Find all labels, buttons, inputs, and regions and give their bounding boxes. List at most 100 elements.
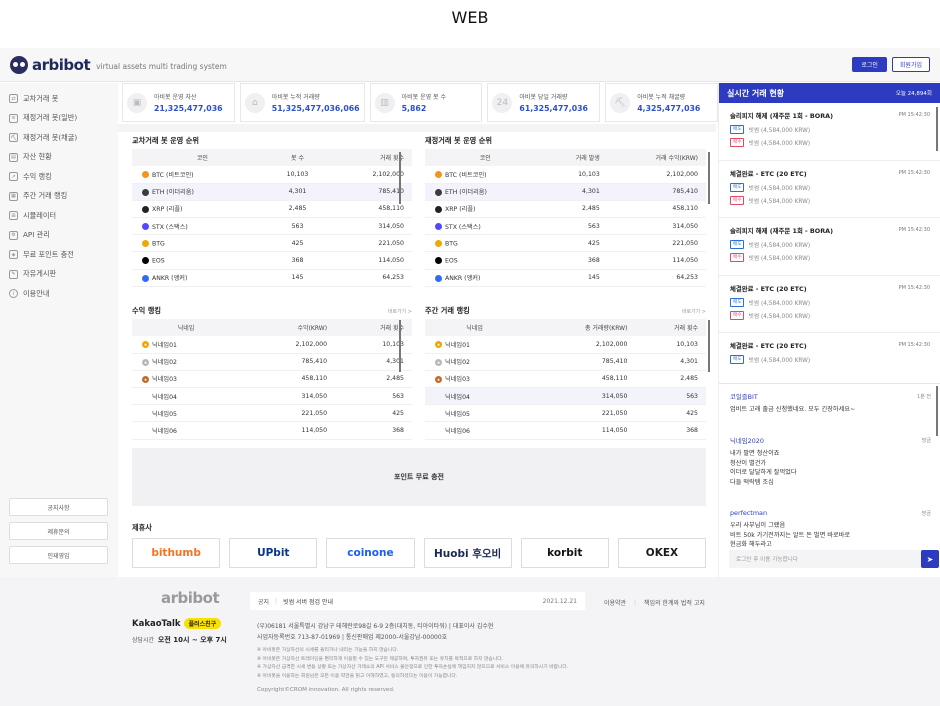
trade-time: PM 15:42:30 [898,169,930,176]
logo-text[interactable]: arbibot [32,56,91,74]
folder-icon: ▤ [9,152,18,162]
partner-logo[interactable]: coinone [326,538,415,568]
coin-icon: ● [142,205,149,213]
partner-logo[interactable]: UPbit [229,538,318,568]
partner-logo[interactable]: korbit [520,538,609,568]
sidebar-item[interactable]: ⊞ 시뮬레이터 [0,206,118,226]
partner-logo[interactable]: OKEX [617,538,707,568]
table-row[interactable]: 닉네임06 114,050 368 [425,421,706,440]
stat-card: ⛏ 아비봇 누적 채굴량 4,325,477,036 [605,83,718,122]
trade-detail: 빗썸 (4,584,000 KRW) [748,358,811,364]
stat-value: 4,325,477,036 [637,104,701,113]
table-row[interactable]: 닉네임04 314,050 563 [425,387,706,406]
table-row[interactable]: ★ 닉네임02 785,410 4,301 [132,353,412,371]
terms-link[interactable]: 이용약관 [604,600,626,607]
chat-text: 우리 사부님이 그랬음 비트 50k 가기전까지는 알트 돈 벌면 바로바로 현금화… [730,521,931,550]
column-header: 거래 횟수 [635,319,706,336]
coin-cell: ● BTG [132,234,273,253]
weekly-rank-title: 주간 거래 랭킹 [425,306,470,315]
sidebar-item[interactable]: ↗ 수익 랭킹 [0,167,118,187]
table-row[interactable]: 닉네임04 314,050 563 [132,387,412,406]
signup-button[interactable]: 회원가입 [891,57,930,72]
live-scrollbar[interactable] [936,107,938,151]
table-row[interactable]: ● BTG 425 221,050 [132,234,412,253]
profit-rank-scrollbar[interactable] [399,320,401,372]
table-row[interactable]: ● BTC (비트코인) 10,103 2,102,000 [425,166,706,184]
pickaxe-icon: ⛏ [9,133,18,143]
notice-text[interactable]: 빗썸 서버 점검 안내 [283,597,333,606]
sidebar-item[interactable]: ⇄ 교차거래 봇 [0,89,118,109]
sidebar-bottom-button[interactable]: 인재영입 [9,546,108,564]
kakao-contact[interactable]: KakaoTalk 플러스친구 [132,618,222,629]
table-row[interactable]: ● ANKR (앵커) 145 64,253 [425,269,706,287]
sidebar-item[interactable]: ≋ 재정거래 봇(일반) [0,109,118,129]
trade-item[interactable]: 슬리피지 해제 (재주문 1회 - BORA) PM 15:42:30 매도 빗썸 (… [719,103,940,161]
cross-bot-scrollbar[interactable] [399,152,401,204]
table-cell: 425 [272,234,323,253]
chat-user[interactable]: perfectman [730,509,931,517]
table-row[interactable]: 닉네임06 114,050 368 [132,421,412,440]
disclaimer-link[interactable]: 책임의 한계와 법적 고지 [644,600,705,607]
table-cell: 314,050 [322,217,412,236]
table-row[interactable]: ● BTG 425 221,050 [425,234,706,253]
partner-logo[interactable]: bithumb [132,538,221,568]
weekly-rank-scrollbar[interactable] [708,320,710,372]
chat-scrollbar[interactable] [936,386,938,436]
trade-time: PM 15:42:30 [898,342,930,348]
sidebar-item[interactable]: ▦ 주간 거래 랭킹 [0,187,118,207]
profit-rank-more-link[interactable]: 바로가기 > [388,308,412,315]
table-row[interactable]: ★ 닉네임03 458,110 2,485 [425,370,706,389]
sidebar-item[interactable]: ✎ 자유게시판 [0,265,118,285]
table-row[interactable]: ★ 닉네임02 785,410 4,301 [425,353,706,371]
point-charge-banner[interactable]: 포인트 무료 충전 [132,448,706,506]
sidebar-item[interactable]: ◈ 무료 포인트 충전 [0,245,118,265]
table-row[interactable]: ● EOS 368 114,050 [132,251,412,270]
table-row[interactable]: ● STX (스택스) 563 314,050 [425,217,706,236]
sidebar-item[interactable]: ▤ 자산 현황 [0,148,118,168]
table-row[interactable]: 닉네임05 221,050 425 [132,404,412,423]
chat-user[interactable]: 코일즐BIT [730,392,931,401]
table-row[interactable]: ★ 닉네임01 2,102,000 10,103 [425,336,706,354]
table-cell: 2,102,000 [524,336,636,354]
live-header: 실시간 거래 현황 오늘 24,894회 [719,83,940,103]
sidebar-item[interactable]: i 이용안내 [0,284,118,304]
table-row[interactable]: ★ 닉네임01 2,102,000 10,103 [132,336,412,354]
table-row[interactable]: ● XRP (리플) 2,485 458,110 [425,200,706,219]
column-header: 코인 [425,149,546,166]
notice-bar[interactable]: 공지 | 빗썸 서버 점검 안내 2021.12.21 [250,592,585,610]
trade-item[interactable]: 체결완료 - ETC (20 ETC) PM 15:42:30 매도 빗썸 (4,58… [719,333,940,379]
send-icon[interactable]: ➤ [921,550,939,568]
table-cell: 2,485 [335,370,412,389]
table-row[interactable]: ● ETH (이더리움) 4,301 785,410 [425,183,706,201]
chat-message: 닉네임2020 방금 내가 팔면 청산이죠 청산이 별건가 이더로 달달하게 잘먹었다 다… [719,428,940,501]
coin-name: STX (스택스) [152,223,188,231]
table-row[interactable]: 닉네임05 221,050 425 [425,404,706,423]
table-row[interactable]: ● XRP (리플) 2,485 458,110 [132,200,412,219]
logo-icon[interactable] [10,55,28,74]
table-cell: 221,050 [524,404,636,423]
sidebar-item[interactable]: ⚙ API 관리 [0,226,118,246]
trade-item[interactable]: 체결완료 - ETC (20 ETC) PM 15:42:30 매도 빗썸 (4,58… [719,161,940,218]
chat-user[interactable]: 닉네임2020 [730,436,931,445]
arb-bot-scrollbar[interactable] [708,152,710,204]
chat-input[interactable]: 로그인 후 이용 가능합니다 ➤ [729,550,939,568]
table-row[interactable]: ● EOS 368 114,050 [425,251,706,270]
table-row[interactable]: ● BTC (비트코인) 10,103 2,102,000 [132,166,412,184]
partner-logo[interactable]: Huobi 후오비 [423,538,512,568]
sidebar-bottom-button[interactable]: 제휴문의 [9,522,108,540]
sidebar-item[interactable]: ⛏ 재정거래 봇(채굴) [0,128,118,148]
sidebar-bottom-button[interactable]: 공지사항 [9,498,108,516]
table-row[interactable]: ★ 닉네임03 458,110 2,485 [132,370,412,389]
weekly-rank-more-link[interactable]: 바로가기 > [682,308,706,315]
nickname: 닉네임06 [152,428,177,436]
column-header: 총 거래량(KRW) [524,319,636,336]
trade-item[interactable]: 체결완료 - ETC (20 ETC) PM 15:42:30 매도 빗썸 (4,58… [719,276,940,333]
table-row[interactable]: ● ANKR (앵커) 145 64,253 [132,269,412,287]
kakao-plus-badge[interactable]: 플러스친구 [183,618,222,629]
table-row[interactable]: ● STX (스택스) 563 314,050 [132,217,412,236]
table-cell: 368 [545,251,608,270]
sell-order-tag: 매도 [730,240,745,249]
login-button[interactable]: 로그인 [852,57,887,72]
table-row[interactable]: ● ETH (이더리움) 4,301 785,410 [132,183,412,201]
trade-item[interactable]: 슬리피지 해제 (재주문 1회 - BORA) PM 15:42:30 매도 빗썸 (… [719,218,940,276]
